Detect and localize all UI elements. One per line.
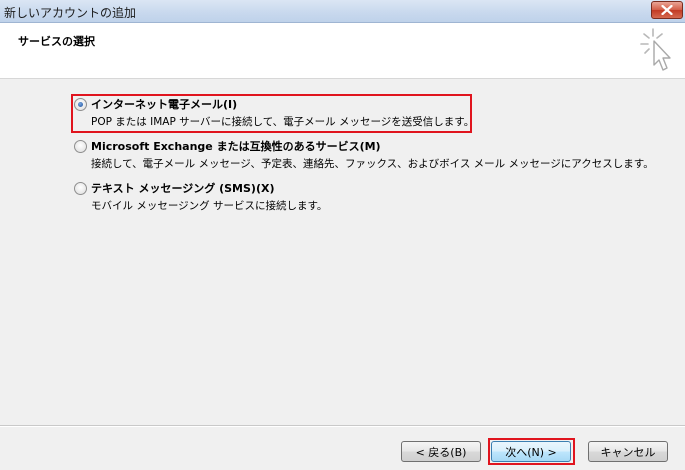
- option-internet-email[interactable]: インターネット電子メール(I) POP または IMAP サーバーに接続して、電…: [74, 96, 634, 129]
- option-sms[interactable]: テキスト メッセージング (SMS)(X) モバイル メッセージング サービスに…: [74, 180, 634, 213]
- option-description: モバイル メッセージング サービスに接続します。: [91, 200, 328, 212]
- next-button[interactable]: 次へ(N) >: [491, 441, 571, 462]
- option-exchange[interactable]: Microsoft Exchange または互換性のあるサービス(M) 接続して…: [74, 138, 654, 171]
- option-description: 接続して、電子メール メッセージ、予定表、連絡先、ファックス、およびボイス メー…: [91, 158, 654, 170]
- radio-exchange[interactable]: [74, 139, 87, 153]
- close-icon: [661, 5, 673, 15]
- radio-internet-email[interactable]: [74, 97, 87, 111]
- footer-divider: [0, 425, 685, 427]
- option-label[interactable]: インターネット電子メール(I): [91, 96, 237, 112]
- radio-sms[interactable]: [74, 181, 87, 195]
- title-bar: 新しいアカウントの追加: [0, 0, 685, 23]
- cancel-button[interactable]: キャンセル: [588, 441, 668, 462]
- close-button[interactable]: [651, 1, 683, 19]
- option-label[interactable]: Microsoft Exchange または互換性のあるサービス(M): [91, 138, 381, 154]
- page-title: サービスの選択: [18, 35, 95, 48]
- option-description: POP または IMAP サーバーに接続して、電子メール メッセージを送受信しま…: [91, 116, 475, 128]
- dialog-header: サービスの選択: [0, 23, 685, 79]
- window-title: 新しいアカウントの追加: [4, 6, 137, 20]
- option-label[interactable]: テキスト メッセージング (SMS)(X): [91, 180, 275, 196]
- cursor-sparkle-icon: [640, 28, 671, 71]
- back-button[interactable]: < 戻る(B): [401, 441, 481, 462]
